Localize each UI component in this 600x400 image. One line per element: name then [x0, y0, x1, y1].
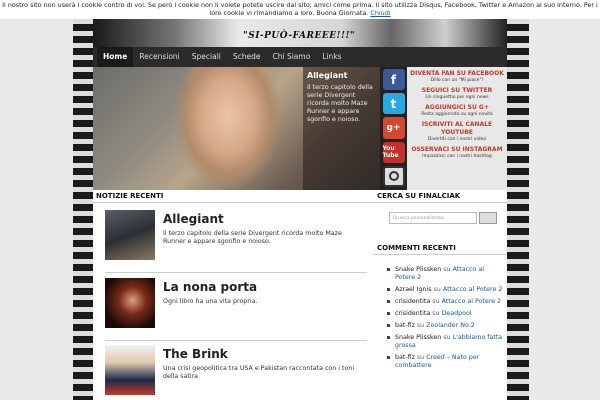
cookie-notice-text: Il nostro sito non userà i cookie contro… — [2, 1, 598, 17]
comment-item: crisidentita su Deadpool — [387, 310, 505, 318]
post-item: La nona porta Ogni libro ha una vita pro… — [105, 278, 367, 342]
nav-item-schede[interactable]: Schede — [227, 47, 267, 67]
filmstrip-right-decoration — [507, 0, 529, 400]
comment-author[interactable]: bat-fiz — [395, 354, 415, 361]
social-sub: Divertiti con i nostri video — [427, 137, 487, 142]
slider-title[interactable]: Allegiant — [307, 71, 376, 80]
twitter-icon[interactable]: t — [382, 93, 405, 115]
social-sub: Impazzisci con i nostri hashtag — [422, 154, 492, 159]
post-excerpt: Ogni libro ha una vita propria. — [163, 298, 258, 305]
search-widget-title: CERCA SU FINALCIAK — [373, 190, 507, 203]
nav-item-speciali[interactable]: Speciali — [186, 47, 227, 67]
cookie-close-link[interactable]: Chiudi — [370, 9, 390, 17]
social-entry-youtube[interactable]: ISCRIVITI AL CANALE YOUTUBE Divertiti co… — [410, 121, 504, 143]
comment-item: Azrael Ignis su Attacco al Potere 2 — [387, 286, 505, 294]
recent-comments-list: Snake Plissken su Attacco al Potere 2 Az… — [387, 266, 505, 374]
comment-su: su — [432, 310, 440, 317]
site-tagline: "SI-PUÒ-FAREEE!!!" — [243, 31, 356, 41]
comment-author[interactable]: Snake Plissken — [395, 266, 441, 273]
post-title[interactable]: La nona porta — [163, 280, 257, 294]
main-navigation: Home Recensioni Speciali Schede Chi Siam… — [93, 47, 507, 67]
post-title[interactable]: The Brink — [163, 347, 228, 361]
post-thumbnail[interactable] — [105, 278, 155, 328]
instagram-icon[interactable] — [382, 165, 405, 188]
comment-item: Snake Plissken su Attacco al Potere 2 — [387, 266, 505, 282]
slider-image-face — [173, 67, 283, 190]
recent-comments-title: COMMENTI RECENTI — [373, 242, 507, 255]
nav-item-recensioni[interactable]: Recensioni — [133, 47, 185, 67]
social-sub: Resta aggiornato su ogni novità — [421, 112, 493, 117]
post-item: The Brink Una crisi geopolitica tra USA … — [105, 345, 367, 400]
search-input[interactable]: Ricerca personalizzata — [389, 212, 477, 224]
post-thumbnail[interactable] — [105, 210, 155, 260]
comment-su: su — [416, 354, 425, 361]
comment-post-link[interactable]: Zoolander No.2 — [426, 322, 475, 329]
social-entry-instagram[interactable]: OSSERVACI SU INSTAGRAM Impazzisci con i … — [410, 146, 504, 160]
comment-su: su — [443, 334, 451, 341]
social-links-panel: DIVENTA FAN SU FACEBOOK Dillo con un "Mi… — [407, 67, 507, 190]
youtube-icon[interactable]: You Tube — [382, 141, 405, 163]
comment-post-link[interactable]: Attacco al Potere 2 — [442, 298, 501, 305]
comment-author[interactable]: Snake Plissken — [395, 334, 441, 341]
cookie-notice: Il nostro sito non userà i cookie contro… — [0, 0, 600, 19]
social-entry-twitter[interactable]: SEGUICI SU TWITTER Un cinguettio per ogn… — [410, 87, 504, 101]
comment-su: su — [416, 322, 425, 329]
comment-item: crisidentita su Attacco al Potere 2 — [387, 298, 505, 306]
social-icon-column: f t g+ You Tube — [380, 67, 407, 190]
facebook-icon[interactable]: f — [382, 69, 405, 91]
social-entry-facebook[interactable]: DIVENTA FAN SU FACEBOOK Dillo con un "Mi… — [410, 70, 504, 84]
slider-text: Il terzo capitolo della serie Divergent … — [307, 84, 373, 123]
comment-item: bat-fiz su Zoolander No.2 — [387, 322, 505, 330]
sidebar: CERCA SU FINALCIAK Ricerca personalizzat… — [373, 190, 507, 400]
post-divider — [105, 340, 367, 341]
comment-item: Snake Plissken su L'abbiamo fatta grossa — [387, 334, 505, 350]
social-sub: Un cinguettio per ogni news — [425, 95, 489, 100]
googleplus-icon[interactable]: g+ — [382, 117, 405, 139]
filmstrip-left-decoration — [73, 0, 95, 400]
section-title: NOTIZIE RECENTI — [93, 190, 373, 203]
nav-item-chi-siamo[interactable]: Chi Siamo — [267, 47, 317, 67]
social-head: DIVENTA FAN SU FACEBOOK — [410, 70, 504, 77]
post-excerpt: Una crisi geopolitica tra USA e Pakistan… — [163, 365, 355, 380]
comment-author[interactable]: crisidentita — [395, 298, 430, 305]
post-divider — [105, 272, 367, 273]
post-thumbnail[interactable] — [105, 345, 155, 395]
post-excerpt: Il terzo capitolo della serie Divergent … — [163, 230, 342, 245]
slider-caption: Allegiant Il terzo capitolo della serie … — [303, 67, 380, 190]
social-head: ISCRIVITI AL CANALE YOUTUBE — [421, 121, 493, 136]
nav-item-home[interactable]: Home — [97, 47, 134, 67]
comment-item: bat-fiz su Creed – Nato per combattere — [387, 354, 505, 370]
featured-slider[interactable]: Allegiant Il terzo capitolo della serie … — [93, 67, 380, 190]
comment-su: su — [432, 298, 440, 305]
comment-author[interactable]: crisidentita — [395, 310, 430, 317]
comment-author[interactable]: bat-fiz — [395, 322, 415, 329]
comment-su: su — [443, 266, 451, 273]
search-button[interactable] — [479, 212, 497, 224]
social-head: SEGUICI SU TWITTER — [421, 87, 493, 94]
social-entry-googleplus[interactable]: AGGIUNGICI SU G+ Resta aggiornato su ogn… — [410, 104, 504, 118]
comment-su: su — [433, 286, 441, 293]
comment-post-link[interactable]: Deadpool — [442, 310, 472, 317]
social-sub: Dillo con un "Mi piace"! — [430, 78, 484, 83]
comment-post-link[interactable]: Attacco al Potere 2 — [443, 286, 502, 293]
comment-author[interactable]: Azrael Ignis — [395, 286, 432, 293]
social-head: OSSERVACI SU INSTAGRAM — [411, 146, 503, 153]
post-item: Allegiant Il terzo capitolo della serie … — [105, 210, 367, 274]
recent-news-section: NOTIZIE RECENTI Allegiant Il terzo capit… — [93, 190, 373, 400]
social-head: AGGIUNGICI SU G+ — [425, 104, 489, 111]
instagram-lens-icon — [388, 171, 399, 182]
post-title[interactable]: Allegiant — [163, 212, 224, 226]
nav-item-links[interactable]: Links — [316, 47, 347, 67]
